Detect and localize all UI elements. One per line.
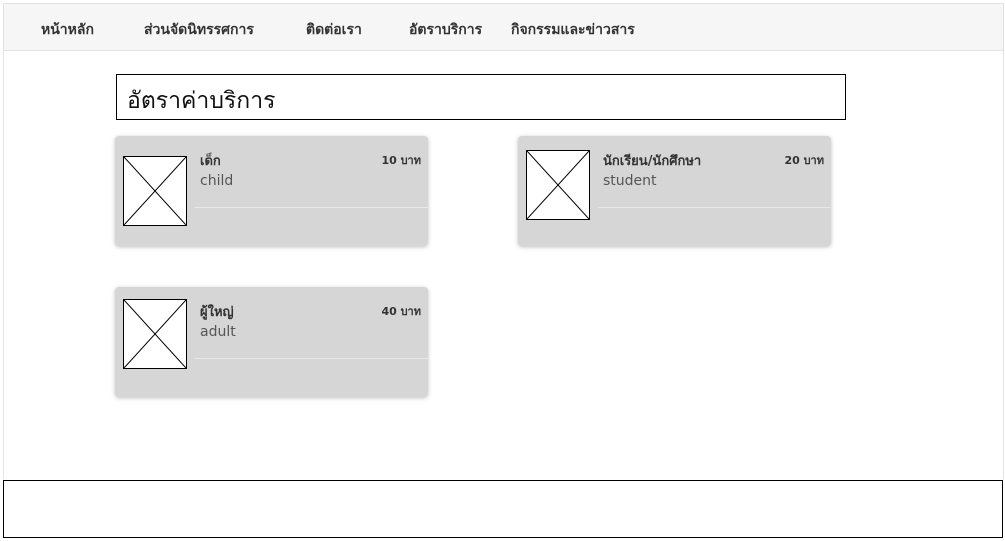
image-placeholder-icon: [123, 156, 187, 226]
rate-price: 20 บาท: [784, 154, 824, 167]
rate-subtitle: child: [200, 173, 234, 189]
footer: [3, 480, 1003, 538]
card-divider: [598, 207, 831, 208]
card-divider: [195, 207, 428, 208]
page-title: อัตราค่าบริการ: [127, 88, 276, 114]
rate-subtitle: student: [603, 173, 657, 189]
top-navbar: หน้าหลัก ส่วนจัดนิทรรศการ ติดต่อเรา อัตร…: [3, 3, 1004, 51]
nav-item-rates[interactable]: อัตราบริการ: [409, 19, 482, 41]
rate-card-adult[interactable]: ผู้ใหญ่ adult 40 บาท: [115, 287, 428, 397]
rate-price: 40 บาท: [381, 305, 421, 318]
card-divider: [195, 358, 428, 359]
image-placeholder-icon: [526, 150, 590, 220]
rate-name: เด็ก: [200, 154, 221, 169]
nav-item-contact[interactable]: ติดต่อเรา: [306, 19, 362, 41]
nav-item-home[interactable]: หน้าหลัก: [41, 19, 94, 41]
rate-card-child[interactable]: เด็ก child 10 บาท: [115, 136, 428, 246]
page-title-box: อัตราค่าบริการ: [116, 74, 846, 120]
nav-item-exhibitions[interactable]: ส่วนจัดนิทรรศการ: [144, 19, 254, 41]
image-placeholder-icon: [123, 299, 187, 369]
rate-name: นักเรียน/นักศึกษา: [603, 154, 702, 169]
nav-item-activities-news[interactable]: กิจกรรมและข่าวสาร: [511, 19, 635, 41]
rate-card-student[interactable]: นักเรียน/นักศึกษา student 20 บาท: [518, 136, 831, 246]
rate-price: 10 บาท: [381, 154, 421, 167]
rate-name: ผู้ใหญ่: [200, 305, 234, 320]
rate-subtitle: adult: [200, 324, 236, 340]
